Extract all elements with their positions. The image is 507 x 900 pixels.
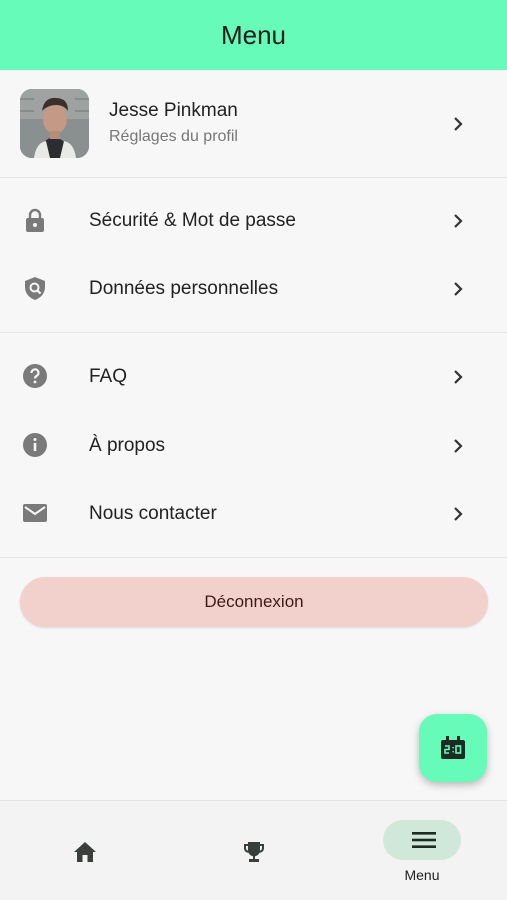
- nav-item-menu[interactable]: Menu: [338, 801, 507, 900]
- avatar: [20, 89, 89, 158]
- lock-icon: [26, 208, 44, 232]
- trophy-icon: [244, 842, 264, 862]
- menu-icon: [412, 832, 436, 848]
- menu-item-security[interactable]: Sécurité & Mot de passe: [0, 191, 507, 251]
- menu-item-label: Données personnelles: [89, 278, 279, 299]
- scoreboard-fab-button[interactable]: [419, 714, 487, 782]
- chevron-right-icon: [454, 439, 463, 453]
- logout-label: Déconnexion: [204, 592, 304, 611]
- chevron-right-icon: [454, 370, 463, 384]
- scoreboard-icon: [441, 736, 465, 759]
- chevron-right-icon: [454, 214, 463, 228]
- chevron-right-icon: [454, 117, 463, 131]
- menu-item-label: À propos: [89, 435, 166, 456]
- mail-icon: [23, 504, 47, 522]
- nav-item-trophy[interactable]: [169, 801, 338, 900]
- menu-item-label: Sécurité & Mot de passe: [89, 210, 296, 231]
- divider: [0, 557, 507, 558]
- menu-item-label: Nous contacter: [89, 503, 217, 524]
- divider: [0, 332, 507, 333]
- chevron-right-icon: [454, 507, 463, 521]
- bottom-nav: Menu: [0, 800, 507, 900]
- divider: [0, 177, 507, 178]
- shield-search-icon: [25, 277, 45, 300]
- help-circle-icon: [23, 364, 47, 388]
- menu-item-about[interactable]: À propos: [0, 416, 507, 476]
- home-icon: [74, 842, 96, 862]
- menu-item-label: FAQ: [89, 366, 128, 387]
- info-icon: [23, 433, 47, 457]
- page-title: Menu: [220, 19, 287, 50]
- chevron-right-icon: [454, 282, 463, 296]
- nav-item-home[interactable]: [0, 801, 169, 900]
- profile-subtitle: Réglages du profil: [109, 128, 238, 145]
- menu-item-faq[interactable]: FAQ: [0, 347, 507, 407]
- menu-item-personal-data[interactable]: Données personnelles: [0, 259, 507, 319]
- profile-row[interactable]: Jesse Pinkman Réglages du profil: [0, 70, 507, 177]
- nav-item-label: Menu: [404, 867, 440, 883]
- menu-item-contact[interactable]: Nous contacter: [0, 484, 507, 544]
- profile-name: Jesse Pinkman: [109, 100, 238, 121]
- logout-button[interactable]: Déconnexion: [20, 577, 488, 627]
- app-bar: Menu: [0, 0, 507, 70]
